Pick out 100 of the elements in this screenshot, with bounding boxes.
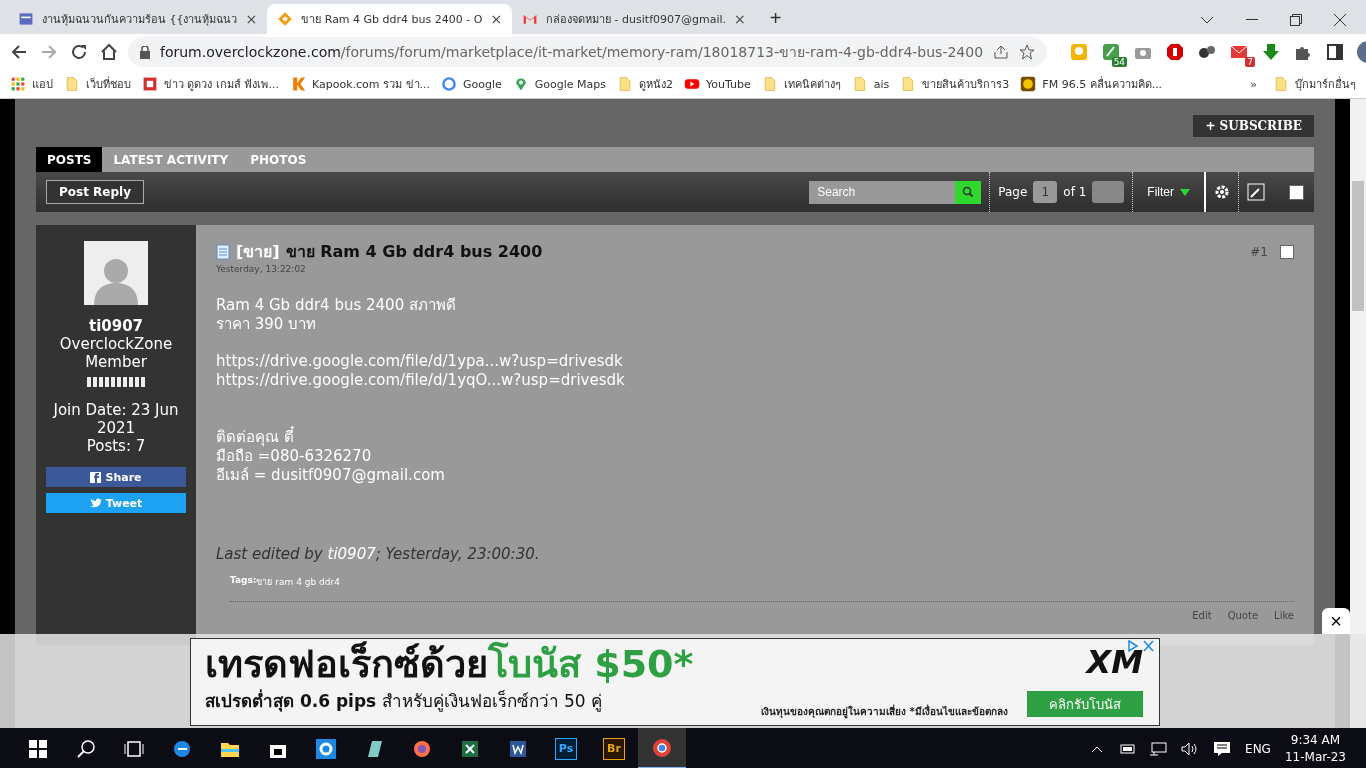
count-badge: 54 <box>1111 57 1128 67</box>
post-text: อีเมล์ = dusitf0907@gmail.com <box>216 466 446 485</box>
language-indicator[interactable]: ENG <box>1245 741 1271 756</box>
more-bookmarks-button[interactable]: » <box>1250 77 1257 91</box>
count-badge: 7 <box>1245 57 1256 67</box>
bookmark[interactable]: Google <box>463 77 502 91</box>
bookmark[interactable]: ขายสินค้าบริการ3 <box>922 75 1010 93</box>
site-logo-icon <box>18 11 34 27</box>
tab-close-button[interactable]: × <box>245 11 258 27</box>
battery-icon[interactable] <box>1117 742 1136 755</box>
post-action[interactable]: Edit <box>1192 610 1212 621</box>
rank-bar-drawing <box>87 377 145 387</box>
restore-icon[interactable] <box>1290 14 1302 26</box>
search-icon[interactable] <box>962 186 975 198</box>
reload-icon[interactable] <box>70 43 88 61</box>
browser-tab[interactable]: งานหุ้มฉนวนกันความร้อน {{งานหุ้มฉนว × <box>8 4 268 34</box>
taskbar-app[interactable] <box>638 728 686 768</box>
folder-icon <box>1273 76 1289 92</box>
select-checkbox[interactable] <box>1289 184 1304 200</box>
k-letter-icon <box>290 76 306 92</box>
ad-disclaimer: เงินทุนของคุณตกอยู่ในความเสี่ยง *มีเงื่อนไขและข้อตกลง <box>761 704 1008 719</box>
bookmark[interactable]: YouTube <box>706 77 751 91</box>
browser-tab[interactable]: ขาย Ram 4 Gb ddr4 bus 2400 - O × <box>267 4 513 34</box>
subscribe-button[interactable]: + SUBSCRIBE <box>1193 115 1314 137</box>
notification-icon[interactable] <box>1213 740 1232 757</box>
bookmark[interactable]: FM 96.5 คลื่นความคิด... <box>1042 75 1163 93</box>
user-title: OverclockZone Member <box>58 335 174 371</box>
back-arrow-icon[interactable] <box>10 43 28 61</box>
play-icon <box>684 76 701 92</box>
edit-note: Last edited by ti0907; Yesterday, 23:00:30. <box>216 545 541 563</box>
start-icon <box>28 738 48 759</box>
bookmark[interactable]: แอป <box>32 75 53 93</box>
share-button[interactable]: Share <box>46 467 186 487</box>
post-count: Posts: 7 <box>86 437 146 455</box>
lock-icon <box>140 45 150 59</box>
new-tab-button[interactable]: + <box>765 7 786 30</box>
ad-subline: สเปรดต่ำสุด 0.6 pips สำหรับคู่เงินฟอเร็กซ์กว่า 50 คู่ <box>205 688 603 714</box>
circle-icon <box>652 737 672 758</box>
clock[interactable]: 9:34 AM 11-Mar-23 <box>1284 731 1346 766</box>
username[interactable]: ti0907 <box>88 317 144 335</box>
post-text: ติดต่อคุณ ตี๋ <box>216 428 295 447</box>
note-icon <box>1069 42 1090 62</box>
radio-logo-icon <box>1020 76 1037 92</box>
document-icon <box>508 738 528 759</box>
address-bar[interactable]: forum.overclockzone.com/forums/forum/marketplace/it-market/memory-ram/18018713-ขาย-ram-4-gb-ddr4-bus-2400 <box>128 37 1048 67</box>
apps-grid-icon <box>10 76 26 92</box>
bookmark[interactable]: เทคนิคต่างๆ <box>783 75 841 93</box>
bird-icon <box>89 498 102 508</box>
bookmark[interactable]: เว็บที่ชอบ <box>86 75 131 93</box>
post-text: Ram 4 Gb ddr4 bus 2400 สภาพดี <box>216 296 457 315</box>
folder-icon <box>64 76 80 92</box>
taskbar-app[interactable]: Br <box>590 728 638 768</box>
down-arrow-icon <box>1261 42 1282 62</box>
ad-logo: XM <box>1086 643 1143 681</box>
filter-button[interactable]: Filter <box>1141 184 1196 200</box>
side-panel-icon <box>1325 42 1346 62</box>
star-icon[interactable] <box>1019 44 1036 60</box>
chevron-up-icon[interactable] <box>1091 744 1104 753</box>
task-view-icon <box>124 738 144 759</box>
globe-icon <box>412 738 432 759</box>
close-icon[interactable] <box>1334 14 1346 26</box>
join-date: Join Date: 23 Jun 2021 <box>51 401 180 437</box>
page-count: of 1 <box>1063 185 1087 199</box>
bookmark[interactable]: Kapook.com รวม ข่า... <box>312 75 431 93</box>
gear-icon[interactable] <box>1214 184 1230 200</box>
share-icon[interactable] <box>993 44 1010 60</box>
forum-tab[interactable]: POSTS <box>36 147 103 172</box>
ad-banner[interactable]: เทรดฟอเร็กซ์ด้วยโบนัส $50* สเปรดต่ำสุด 0.6 pips สำหรับคู่เงินฟอเร็กซ์กว่า 50 คู่ เงินทุนของคุณตกอยู่ในความเสี่ยง *มีเงื่อนไขและข้อตกลง XM คลิกรับโบนัส <box>190 638 1160 726</box>
page-input[interactable]: 1 <box>1033 181 1058 203</box>
tab-close-button[interactable]: × <box>490 11 503 27</box>
avatar-silhouette <box>84 241 148 305</box>
minimize-icon[interactable] <box>1246 19 1258 21</box>
chevron-down-icon[interactable] <box>1200 16 1214 24</box>
bookmark[interactable]: ais <box>873 77 890 91</box>
select-checkbox[interactable] <box>1280 244 1294 259</box>
post-text: มือถือ =080-6326270 <box>216 447 373 466</box>
speaker-icon[interactable] <box>1181 741 1200 756</box>
spreadsheet-icon <box>460 738 480 759</box>
f-letter-icon <box>90 471 102 483</box>
tab-close-button[interactable]: × <box>734 11 746 27</box>
bookmark[interactable]: ดูหนัง2 <box>639 75 674 93</box>
post-reply-button[interactable]: Post Reply <box>46 180 144 204</box>
ad-headline: เทรดฟอเร็กซ์ด้วยโบนัส $50* <box>205 641 694 687</box>
caret-icon <box>1180 188 1190 196</box>
home-icon[interactable] <box>100 43 118 61</box>
gear-icon <box>316 738 336 759</box>
post-text: ราคา 390 บาท <box>216 315 318 334</box>
page-label: Page <box>998 185 1028 199</box>
taskbar-app[interactable]: Ps <box>542 728 590 768</box>
close-ad-button[interactable]: × <box>1322 608 1350 634</box>
network-icon[interactable] <box>1149 741 1168 756</box>
post-date: Yesterday, 13:22:02 <box>216 264 307 274</box>
browser-tab[interactable]: กล่องจดหมาย - dusitf0907@gmail. × <box>512 4 756 34</box>
document-icon <box>216 243 230 260</box>
bookmark[interactable]: Google Maps <box>534 77 607 91</box>
post-action[interactable]: Quote <box>1227 610 1259 621</box>
edit-icon[interactable] <box>1247 183 1265 201</box>
bookmark[interactable]: ข่าว ดูดวง เกมส์ ฟังเพ... <box>164 75 279 93</box>
bookmark-folder[interactable]: บุ๊กมาร์กอื่นๆ <box>1295 75 1356 93</box>
page-arrows[interactable] <box>1092 181 1125 203</box>
